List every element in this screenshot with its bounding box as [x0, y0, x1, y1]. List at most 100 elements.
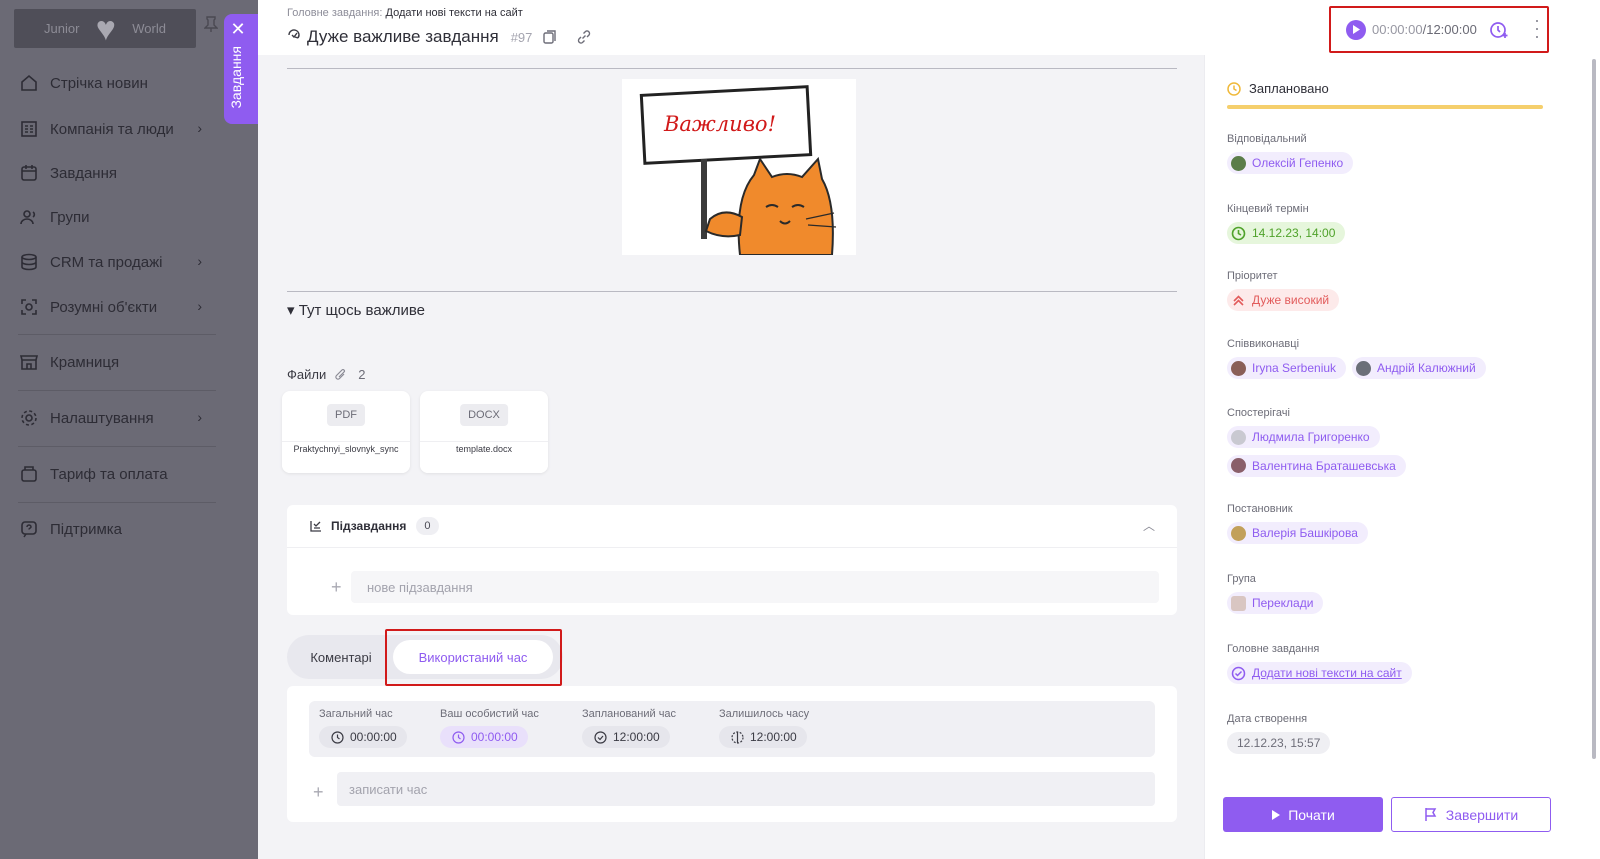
avatar	[1231, 458, 1246, 473]
copy-icon[interactable]	[542, 29, 558, 45]
drawer-tab-label: Завдання	[228, 46, 244, 109]
file-type-badge: PDF	[327, 404, 365, 426]
start-button-label: Почати	[1288, 806, 1335, 823]
chevron-right-icon: ›	[197, 120, 202, 136]
avatar	[1231, 525, 1246, 541]
user-chip[interactable]: Валентина Браташевська	[1227, 454, 1406, 477]
time-stats: Загальний час 00:00:00 Ваш особистий час…	[309, 701, 1155, 757]
avatar	[1356, 360, 1372, 376]
user-name: Людмила Григоренко	[1252, 430, 1370, 444]
prop-created: Дата створення 12.12.23, 15:57	[1227, 713, 1336, 754]
half-clock-icon	[731, 730, 744, 744]
new-subtask-input[interactable]	[351, 571, 1159, 603]
prop-parent-task: Головне завдання Додати нові тексти на с…	[1227, 643, 1418, 686]
sidebar-item-billing[interactable]: Тариф та оплата	[18, 454, 216, 494]
prop-label: Постановник	[1227, 503, 1293, 515]
sidebar-item-label: Завдання	[50, 164, 117, 182]
prop-author: Постановник Валерія Башкірова	[1227, 503, 1374, 546]
sidebar-item-tasks[interactable]: Завдання	[18, 153, 216, 193]
sidebar-item-support[interactable]: Підтримка	[18, 509, 216, 549]
logo-right-text: World	[132, 21, 166, 36]
close-task-drawer-tab[interactable]: ✕ Завдання	[224, 14, 258, 124]
plus-icon[interactable]: +	[331, 577, 342, 598]
prop-label: Група	[1227, 573, 1256, 585]
stat-planned-time: Запланований час 12:00:00	[582, 708, 676, 749]
prop-label: Співвиконавці	[1227, 338, 1300, 350]
sidebar-item-label: Налаштування	[50, 409, 154, 427]
sidebar-item-settings[interactable]: Налаштування ›	[18, 398, 216, 438]
stat-value: 12:00:00	[750, 730, 797, 744]
prop-label: Спостерігачі	[1227, 407, 1290, 419]
time-tracking-panel: Загальний час 00:00:00 Ваш особистий час…	[287, 686, 1177, 822]
stat-value-pill: 12:00:00	[719, 726, 807, 748]
chevron-up-icon[interactable]: ︿	[1143, 517, 1155, 534]
task-type-icon	[287, 28, 301, 47]
close-icon[interactable]: ✕	[224, 18, 252, 40]
link-icon[interactable]	[576, 29, 592, 45]
tab-comments[interactable]: Коментарі	[291, 640, 391, 674]
scrollbar[interactable]	[1592, 59, 1596, 759]
stat-total-time: Загальний час 00:00:00	[319, 708, 407, 749]
task-header: Головне завдання: Додати нові тексти на …	[258, 0, 1600, 55]
timer-readout: 00:00:00/12:00:00	[1372, 22, 1477, 37]
more-vertical-icon[interactable]: · · ·	[1534, 11, 1540, 45]
prop-responsible: Відповідальний Олексій Гепенко	[1227, 133, 1359, 176]
user-chip[interactable]: Iryna Serbeniuk	[1227, 357, 1347, 379]
parent-task-link[interactable]: Додати нові тексти на сайт	[1252, 666, 1402, 680]
sidebar-item-label: Групи	[50, 208, 90, 226]
sidebar-item-store[interactable]: Крамниця	[18, 342, 216, 382]
store-icon	[18, 351, 40, 373]
user-name: Олексій Гепенко	[1252, 156, 1344, 170]
database-icon	[18, 251, 40, 273]
divider	[18, 390, 216, 391]
status[interactable]: Заплановано	[1227, 81, 1329, 96]
pin-icon[interactable]	[203, 16, 219, 37]
prop-group: Група Переклади	[1227, 573, 1329, 616]
clock-plus-icon[interactable]	[1489, 20, 1509, 40]
start-button[interactable]: Почати	[1223, 797, 1383, 832]
sidebar-item-groups[interactable]: Групи	[18, 197, 216, 237]
user-name: Андрій Калюжний	[1377, 361, 1476, 375]
deadline-value: 14.12.23, 14:00	[1252, 226, 1336, 240]
subtasks-icon	[309, 519, 323, 533]
user-chip[interactable]: Олексій Гепенко	[1227, 152, 1354, 174]
tab-time-used[interactable]: Використаний час	[393, 640, 553, 674]
double-chevron-up-icon	[1231, 293, 1246, 308]
help-icon	[18, 518, 40, 540]
task-content: Важливо! ▾ Тут щось важливе Файли 2 PDF …	[258, 55, 1204, 859]
sidebar-item-smart-objects[interactable]: Розумні об'єкти ›	[18, 287, 216, 327]
parent-task-chip[interactable]: Додати нові тексти на сайт	[1227, 662, 1412, 684]
file-card[interactable]: DOCX template.docx	[420, 391, 548, 473]
collapsible-section-toggle[interactable]: ▾ Тут щось важливе	[287, 301, 425, 319]
sidebar-item-label: Крамниця	[50, 353, 120, 371]
user-name: Валерія Башкірова	[1252, 526, 1358, 540]
user-chip[interactable]: Валерія Башкірова	[1227, 522, 1368, 544]
group-chip[interactable]: Переклади	[1227, 592, 1324, 614]
stat-label: Ваш особистий час	[440, 708, 539, 720]
sidebar-item-news[interactable]: Стрічка новин	[18, 63, 216, 103]
user-chip[interactable]: Людмила Григоренко	[1227, 426, 1380, 448]
user-chip[interactable]: Андрій Калюжний	[1352, 357, 1486, 379]
stat-personal-time: Ваш особистий час 00:00:00	[440, 708, 539, 749]
paperclip-icon[interactable]	[334, 368, 348, 382]
description-image: Важливо!	[622, 79, 856, 256]
deadline-chip[interactable]: 14.12.23, 14:00	[1227, 222, 1346, 244]
clock-icon	[452, 730, 465, 744]
log-time-input[interactable]	[337, 772, 1155, 806]
plus-icon[interactable]: +	[313, 782, 324, 803]
stat-remaining-time: Залишилось часу 12:00:00	[719, 708, 809, 749]
stat-value: 00:00:00	[471, 730, 518, 744]
play-icon[interactable]	[1346, 19, 1366, 40]
sidebar: Junior ♥ World Стрічка новин Компанія та…	[0, 0, 252, 859]
status-progress-bar	[1227, 105, 1543, 109]
prop-label: Відповідальний	[1227, 133, 1307, 145]
sidebar-item-crm[interactable]: CRM та продажі ›	[18, 242, 216, 282]
finish-button[interactable]: Завершити	[1391, 797, 1551, 832]
company-logo[interactable]: Junior ♥ World	[14, 9, 196, 48]
breadcrumb-parent-task-link[interactable]: Додати нові тексти на сайт	[386, 7, 523, 19]
file-card[interactable]: PDF Praktychnyi_slovnyk_sync	[282, 391, 410, 473]
sidebar-item-company[interactable]: Компанія та люди ›	[18, 109, 216, 149]
sidebar-item-label: Розумні об'єкти	[50, 298, 158, 316]
priority-chip[interactable]: Дуже високий	[1227, 289, 1340, 311]
user-name: Iryna Serbeniuk	[1252, 361, 1337, 375]
